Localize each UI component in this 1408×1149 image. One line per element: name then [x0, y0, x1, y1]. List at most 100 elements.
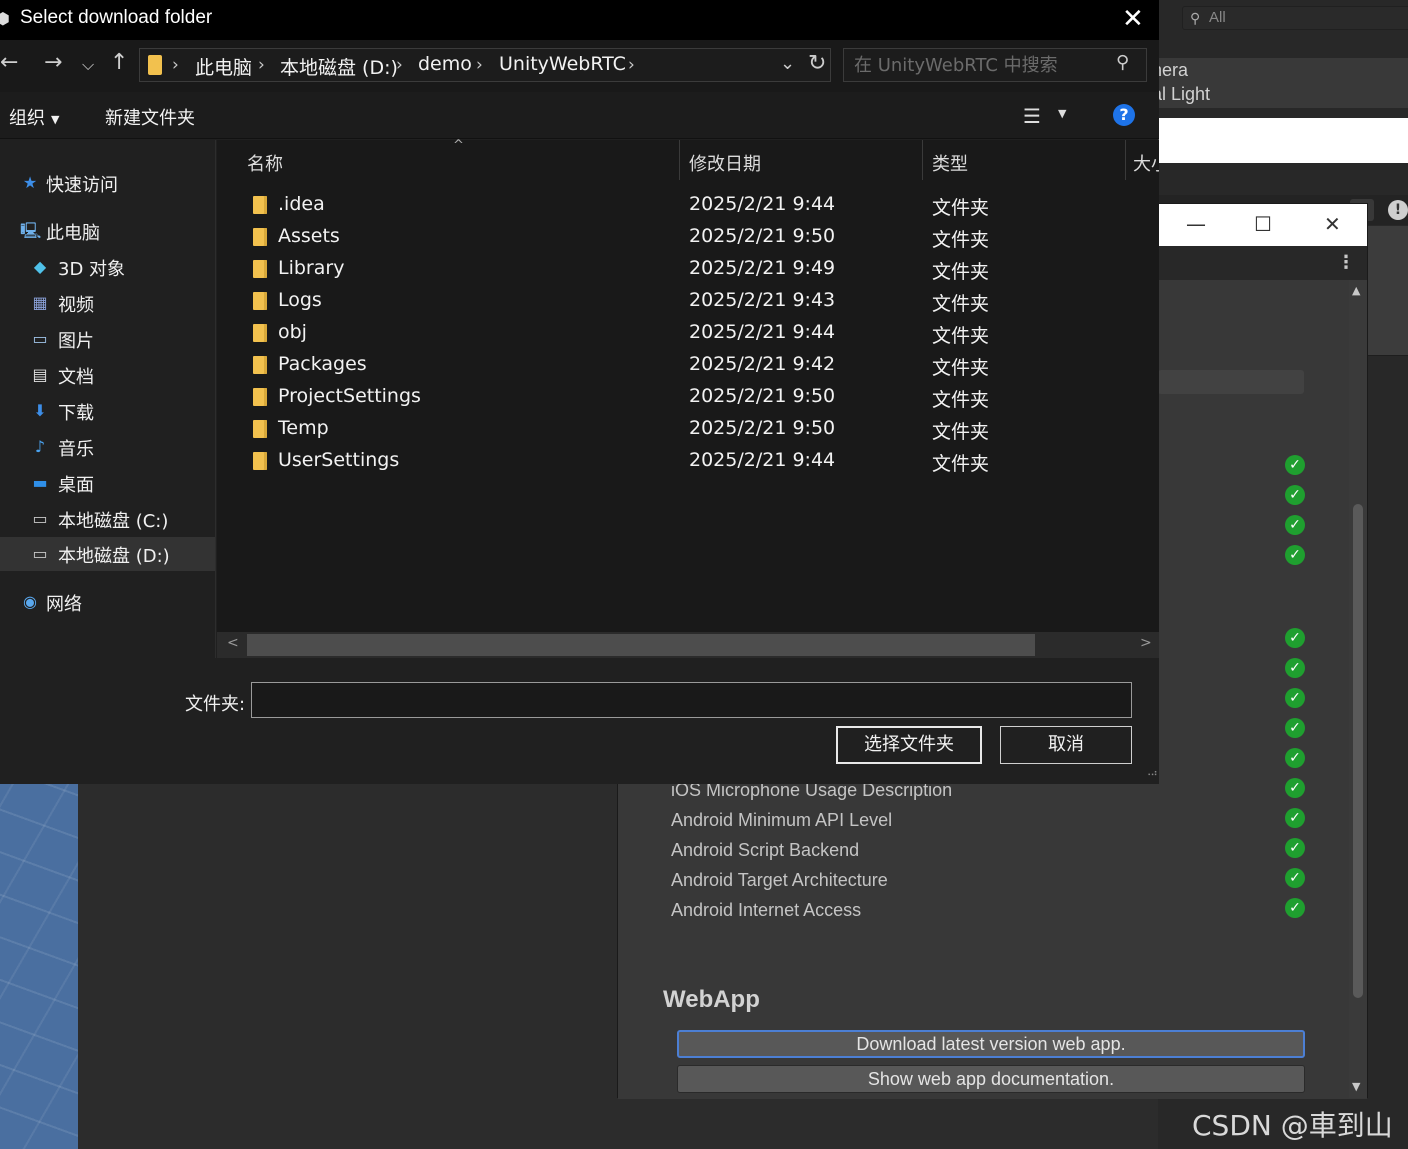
chevron-down-icon[interactable]: ⌄: [780, 53, 795, 74]
maximize-icon[interactable]: ☐: [1254, 212, 1272, 236]
check-icon: ✓: [1285, 898, 1305, 918]
drive-icon: ▭: [32, 544, 48, 563]
file-type: 文件夹: [932, 453, 990, 475]
search-icon[interactable]: ⚲: [1116, 52, 1129, 73]
file-row[interactable]: obj 2025/2/21 9:44 文件夹: [237, 317, 1137, 349]
file-row[interactable]: ProjectSettings 2025/2/21 9:50 文件夹: [237, 381, 1137, 413]
chevron-right-icon[interactable]: ›: [396, 55, 403, 75]
hierarchy-search-input[interactable]: ⚲ All: [1182, 6, 1408, 30]
folder-search-input[interactable]: [844, 49, 1114, 81]
nav-label: 网络: [46, 594, 82, 615]
nav-label: 此电脑: [46, 223, 100, 244]
download-webapp-button[interactable]: Download latest version web app.: [677, 1030, 1305, 1058]
file-row[interactable]: UserSettings 2025/2/21 9:44 文件夹: [237, 445, 1137, 477]
organize-label: 组织: [9, 108, 45, 129]
horizontal-scrollbar[interactable]: < >: [217, 632, 1159, 658]
file-date: 2025/2/21 9:50: [689, 417, 836, 439]
webapp-docs-button[interactable]: Show web app documentation.: [677, 1065, 1305, 1093]
warning-icon[interactable]: !: [1388, 200, 1408, 220]
back-arrow-icon[interactable]: ←: [0, 50, 18, 75]
scrollbar-thumb[interactable]: [1353, 504, 1363, 998]
view-options-icon[interactable]: ☰: [1023, 104, 1041, 128]
breadcrumb-this-pc[interactable]: 此电脑: [195, 53, 252, 80]
new-folder-button[interactable]: 新建文件夹: [105, 104, 195, 130]
scroll-up-icon[interactable]: ▲: [1352, 284, 1360, 297]
nav-item-downloads[interactable]: ⬇ 下载: [0, 394, 215, 428]
nav-item-music[interactable]: ♪ 音乐: [0, 430, 215, 464]
breadcrumb-unitywebrtc[interactable]: UnityWebRTC: [499, 53, 626, 75]
check-icon: ✓: [1285, 688, 1305, 708]
vertical-scrollbar[interactable]: ▲ ▼: [1349, 280, 1367, 1098]
close-icon[interactable]: ✕: [1324, 212, 1341, 236]
nav-item-videos[interactable]: ▦ 视频: [0, 286, 215, 320]
help-icon[interactable]: ?: [1113, 104, 1135, 126]
select-folder-button[interactable]: 选择文件夹: [836, 726, 982, 764]
breadcrumb-drive-d[interactable]: 本地磁盘 (D:): [280, 53, 398, 80]
file-date: 2025/2/21 9:43: [689, 289, 836, 311]
resize-grip-icon[interactable]: ⠠⠴: [1144, 768, 1158, 779]
up-arrow-icon[interactable]: ↑: [110, 50, 128, 75]
caret-down-icon[interactable]: ▼: [1058, 107, 1066, 120]
watermark: CSDN @車到山前: [1192, 1109, 1393, 1142]
file-type: 文件夹: [932, 389, 990, 411]
folder-icon: [253, 260, 267, 278]
column-divider[interactable]: [922, 140, 923, 180]
minimize-icon[interactable]: —: [1186, 212, 1206, 236]
column-header-name[interactable]: 名称: [247, 150, 283, 176]
file-type: 文件夹: [932, 261, 990, 283]
cancel-button[interactable]: 取消: [1000, 726, 1132, 764]
nav-item-quick-access[interactable]: ★ 快速访问: [0, 166, 215, 200]
check-icon: ✓: [1285, 778, 1305, 798]
nav-item-this-pc[interactable]: 🖳 此电脑: [0, 214, 215, 248]
search-icon: ⚲: [1190, 10, 1201, 26]
address-bar[interactable]: › 此电脑 › 本地磁盘 (D:) › demo › UnityWebRTC ›…: [139, 48, 831, 82]
nav-item-network[interactable]: ◉ 网络: [0, 585, 215, 619]
file-row[interactable]: Assets 2025/2/21 9:50 文件夹: [237, 221, 1137, 253]
chevron-right-icon[interactable]: ›: [258, 55, 265, 75]
file-row[interactable]: Logs 2025/2/21 9:43 文件夹: [237, 285, 1137, 317]
refresh-icon[interactable]: ↻: [808, 51, 826, 76]
scrollbar-thumb[interactable]: [247, 634, 1035, 656]
chevron-right-icon[interactable]: ›: [628, 55, 635, 75]
folder-search-box[interactable]: ⚲: [843, 48, 1147, 82]
column-header-type[interactable]: 类型: [932, 150, 968, 176]
file-row[interactable]: Library 2025/2/21 9:49 文件夹: [237, 253, 1137, 285]
more-options-icon[interactable]: ⋮: [1337, 252, 1355, 273]
column-divider[interactable]: [679, 140, 680, 180]
video-icon: ▦: [32, 293, 48, 312]
chevron-right-icon[interactable]: ›: [476, 55, 483, 75]
file-row[interactable]: Temp 2025/2/21 9:50 文件夹: [237, 413, 1137, 445]
folder-name-input[interactable]: [251, 682, 1132, 718]
chevron-right-icon[interactable]: ›: [172, 55, 179, 75]
column-header-size[interactable]: 大小: [1133, 150, 1159, 176]
nav-item-pictures[interactable]: ▭ 图片: [0, 322, 215, 356]
nav-item-documents[interactable]: ▤ 文档: [0, 358, 215, 392]
dialog-footer: 文件夹: 选择文件夹 取消 ⠠⠴: [0, 658, 1159, 784]
file-row[interactable]: .idea 2025/2/21 9:44 文件夹: [237, 189, 1137, 221]
scroll-right-icon[interactable]: >: [1140, 635, 1152, 651]
file-date: 2025/2/21 9:42: [689, 353, 836, 375]
file-date: 2025/2/21 9:50: [689, 225, 836, 247]
recent-locations-icon[interactable]: ⌵: [82, 55, 94, 75]
forward-arrow-icon[interactable]: →: [44, 50, 62, 75]
scroll-down-icon[interactable]: ▼: [1352, 1080, 1360, 1093]
nav-item-drive-d[interactable]: ▭ 本地磁盘 (D:): [0, 537, 215, 571]
file-date: 2025/2/21 9:44: [689, 193, 836, 215]
setting-label: Android Internet Access: [671, 900, 862, 920]
column-divider[interactable]: [1125, 140, 1126, 180]
breadcrumb-demo[interactable]: demo: [418, 53, 472, 75]
nav-item-3d-objects[interactable]: ◆ 3D 对象: [0, 250, 215, 284]
nav-item-desktop[interactable]: ▬ 桌面: [0, 466, 215, 500]
file-row[interactable]: Packages 2025/2/21 9:42 文件夹: [237, 349, 1137, 381]
drive-icon: ▭: [32, 509, 48, 528]
nav-item-drive-c[interactable]: ▭ 本地磁盘 (C:): [0, 502, 215, 536]
close-icon[interactable]: ✕: [1122, 4, 1144, 34]
computer-icon: 🖳: [20, 221, 42, 240]
hierarchy-item[interactable]: al Light: [1152, 84, 1210, 105]
file-type: 文件夹: [932, 357, 990, 379]
scene-view[interactable]: [0, 784, 78, 1149]
organize-menu[interactable]: 组织 ▼: [9, 104, 59, 130]
column-header-date[interactable]: 修改日期: [689, 150, 761, 176]
scroll-left-icon[interactable]: <: [227, 635, 239, 651]
settings-field[interactable]: [1158, 370, 1304, 394]
